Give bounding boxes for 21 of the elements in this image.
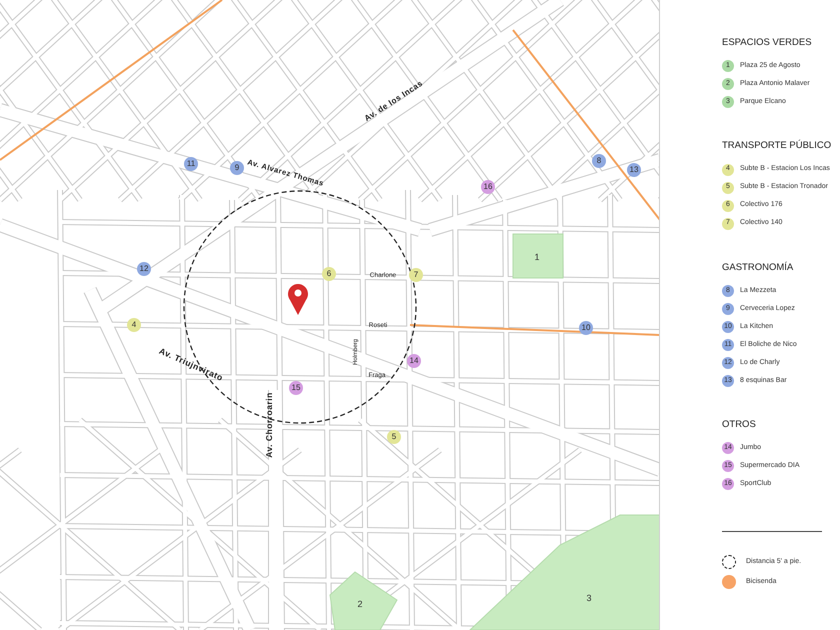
park-number: 3 (586, 593, 592, 603)
location-pin-icon (288, 284, 308, 315)
legend-heading: OTROS (722, 418, 757, 432)
park-area (329, 571, 398, 630)
legend-heading: TRANSPORTE PÚBLICO (722, 139, 832, 154)
map-marker: 10 (579, 321, 593, 335)
map-marker: 4 (127, 318, 141, 332)
street-label: Av. Chorroarin (264, 392, 274, 458)
map-marker: 16 (481, 180, 495, 194)
park-area (512, 234, 564, 278)
map-marker: 7 (409, 268, 423, 282)
legend-heading: GASTRONOMÍA (722, 260, 794, 274)
map-marker: 14 (407, 354, 421, 368)
map-marker: 8 (592, 154, 606, 168)
park-number: 2 (358, 599, 362, 609)
map-marker: 12 (137, 262, 151, 276)
map-marker: 5 (387, 430, 401, 444)
map-marker: 6 (322, 267, 336, 281)
legend-heading: ESPACIOS VERDES (722, 36, 813, 50)
park-number: 1 (534, 252, 540, 262)
map-marker: 15 (289, 381, 303, 395)
